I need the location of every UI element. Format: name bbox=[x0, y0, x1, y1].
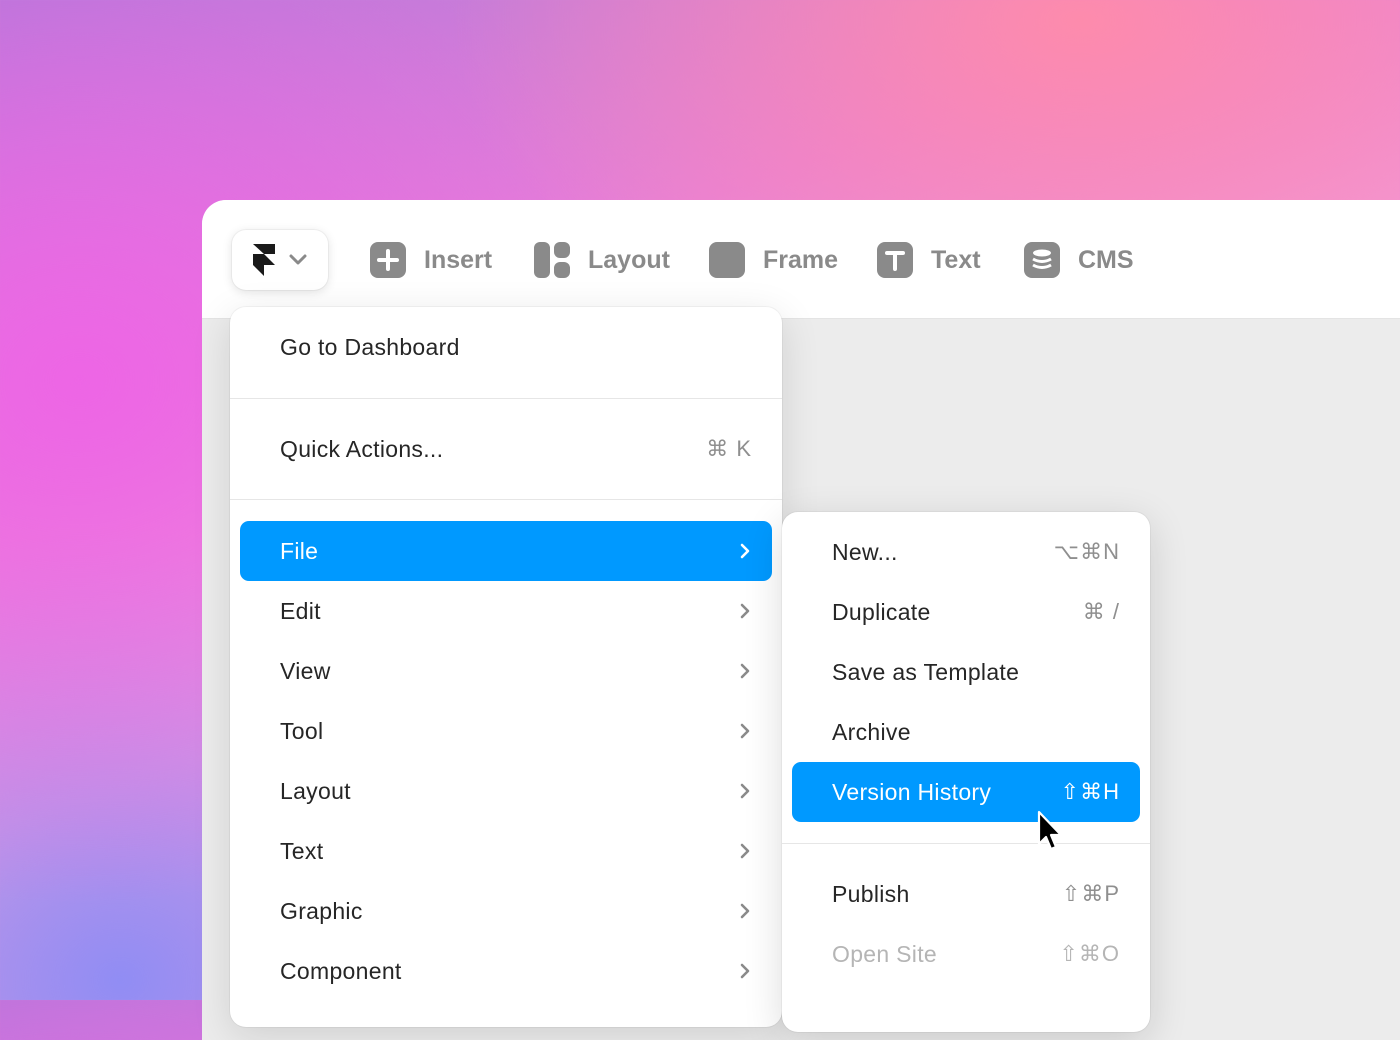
layout-icon bbox=[534, 242, 570, 278]
chevron-right-icon bbox=[740, 843, 750, 859]
menu-item-label: File bbox=[280, 537, 319, 564]
chevron-right-icon bbox=[740, 663, 750, 679]
shortcut-hint: ⇧⌘P bbox=[1061, 881, 1120, 906]
chevron-right-icon bbox=[740, 603, 750, 619]
submenu-item-new[interactable]: New... ⌥⌘N bbox=[792, 522, 1140, 582]
shortcut-hint: ⇧⌘O bbox=[1059, 941, 1120, 966]
submenu-item-label: Duplicate bbox=[832, 598, 931, 625]
menu-item-label: Edit bbox=[280, 597, 321, 624]
menu-item-component[interactable]: Component bbox=[240, 941, 772, 1001]
menu-divider bbox=[782, 843, 1150, 844]
mouse-pointer-icon bbox=[1037, 810, 1063, 851]
shortcut-hint: ⌘ / bbox=[1082, 599, 1120, 624]
insert-button[interactable]: Insert bbox=[370, 240, 492, 280]
cms-label: CMS bbox=[1078, 245, 1134, 274]
shortcut-hint: ⌘ K bbox=[706, 436, 752, 461]
frame-button[interactable]: Frame bbox=[709, 240, 838, 280]
menu-item-graphic[interactable]: Graphic bbox=[240, 881, 772, 941]
menu-item-text[interactable]: Text bbox=[240, 821, 772, 881]
menu-item-view[interactable]: View bbox=[240, 641, 772, 701]
shortcut-hint: ⌥⌘N bbox=[1053, 539, 1120, 564]
chevron-right-icon bbox=[740, 963, 750, 979]
menu-item-layout[interactable]: Layout bbox=[240, 761, 772, 821]
chevron-down-icon bbox=[289, 254, 307, 265]
chevron-right-icon bbox=[740, 903, 750, 919]
menu-item-file[interactable]: File bbox=[240, 521, 772, 581]
menu-item-label: Tool bbox=[280, 717, 324, 744]
menu-item-label: Go to Dashboard bbox=[280, 333, 460, 360]
menu-item-edit[interactable]: Edit bbox=[240, 581, 772, 641]
menu-divider bbox=[230, 499, 782, 500]
chevron-right-icon bbox=[740, 783, 750, 799]
submenu-item-open-site: Open Site ⇧⌘O bbox=[792, 924, 1140, 984]
submenu-item-publish[interactable]: Publish ⇧⌘P bbox=[792, 864, 1140, 924]
layout-label: Layout bbox=[588, 245, 670, 274]
database-icon bbox=[1024, 242, 1060, 278]
menu-item-label: View bbox=[280, 657, 331, 684]
submenu-item-label: New... bbox=[832, 538, 898, 565]
file-submenu: New... ⌥⌘N Duplicate ⌘ / Save as Templat… bbox=[782, 512, 1150, 1032]
submenu-item-label: Version History bbox=[832, 778, 992, 805]
project-menu-button[interactable] bbox=[232, 230, 328, 290]
submenu-item-label: Save as Template bbox=[832, 658, 1020, 685]
insert-label: Insert bbox=[424, 245, 493, 274]
menu-item-dashboard[interactable]: Go to Dashboard bbox=[240, 317, 772, 377]
submenu-item-version-history[interactable]: Version History ⇧⌘H bbox=[792, 762, 1140, 822]
submenu-item-label: Publish bbox=[832, 880, 910, 907]
chevron-right-icon bbox=[740, 543, 750, 559]
menu-divider bbox=[230, 398, 782, 399]
submenu-item-archive[interactable]: Archive bbox=[792, 702, 1140, 762]
framer-logo-icon bbox=[253, 244, 275, 276]
text-t-icon bbox=[877, 242, 913, 278]
frame-label: Frame bbox=[763, 245, 839, 274]
plus-square-icon bbox=[370, 242, 406, 278]
menu-item-label: Layout bbox=[280, 777, 351, 804]
text-button[interactable]: Text bbox=[877, 240, 981, 280]
menu-item-label: Quick Actions... bbox=[280, 435, 444, 462]
menu-item-label: Text bbox=[280, 837, 324, 864]
submenu-item-duplicate[interactable]: Duplicate ⌘ / bbox=[792, 582, 1140, 642]
menu-item-label: Component bbox=[280, 957, 402, 984]
frame-icon bbox=[709, 242, 745, 278]
text-label: Text bbox=[931, 245, 981, 274]
shortcut-hint: ⇧⌘H bbox=[1060, 779, 1120, 804]
chevron-right-icon bbox=[740, 723, 750, 739]
menu-item-quick-actions[interactable]: Quick Actions... ⌘ K bbox=[240, 419, 772, 479]
main-menu: Go to Dashboard Quick Actions... ⌘ K Fil… bbox=[230, 307, 782, 1027]
submenu-item-label: Archive bbox=[832, 718, 911, 745]
menu-item-tool[interactable]: Tool bbox=[240, 701, 772, 761]
submenu-item-label: Open Site bbox=[832, 940, 937, 967]
layout-button[interactable]: Layout bbox=[534, 240, 670, 280]
menu-item-label: Graphic bbox=[280, 897, 363, 924]
toolbar: Insert Layout Frame Text CMS bbox=[202, 200, 1400, 319]
submenu-item-save-as-template[interactable]: Save as Template bbox=[792, 642, 1140, 702]
cms-button[interactable]: CMS bbox=[1024, 240, 1134, 280]
